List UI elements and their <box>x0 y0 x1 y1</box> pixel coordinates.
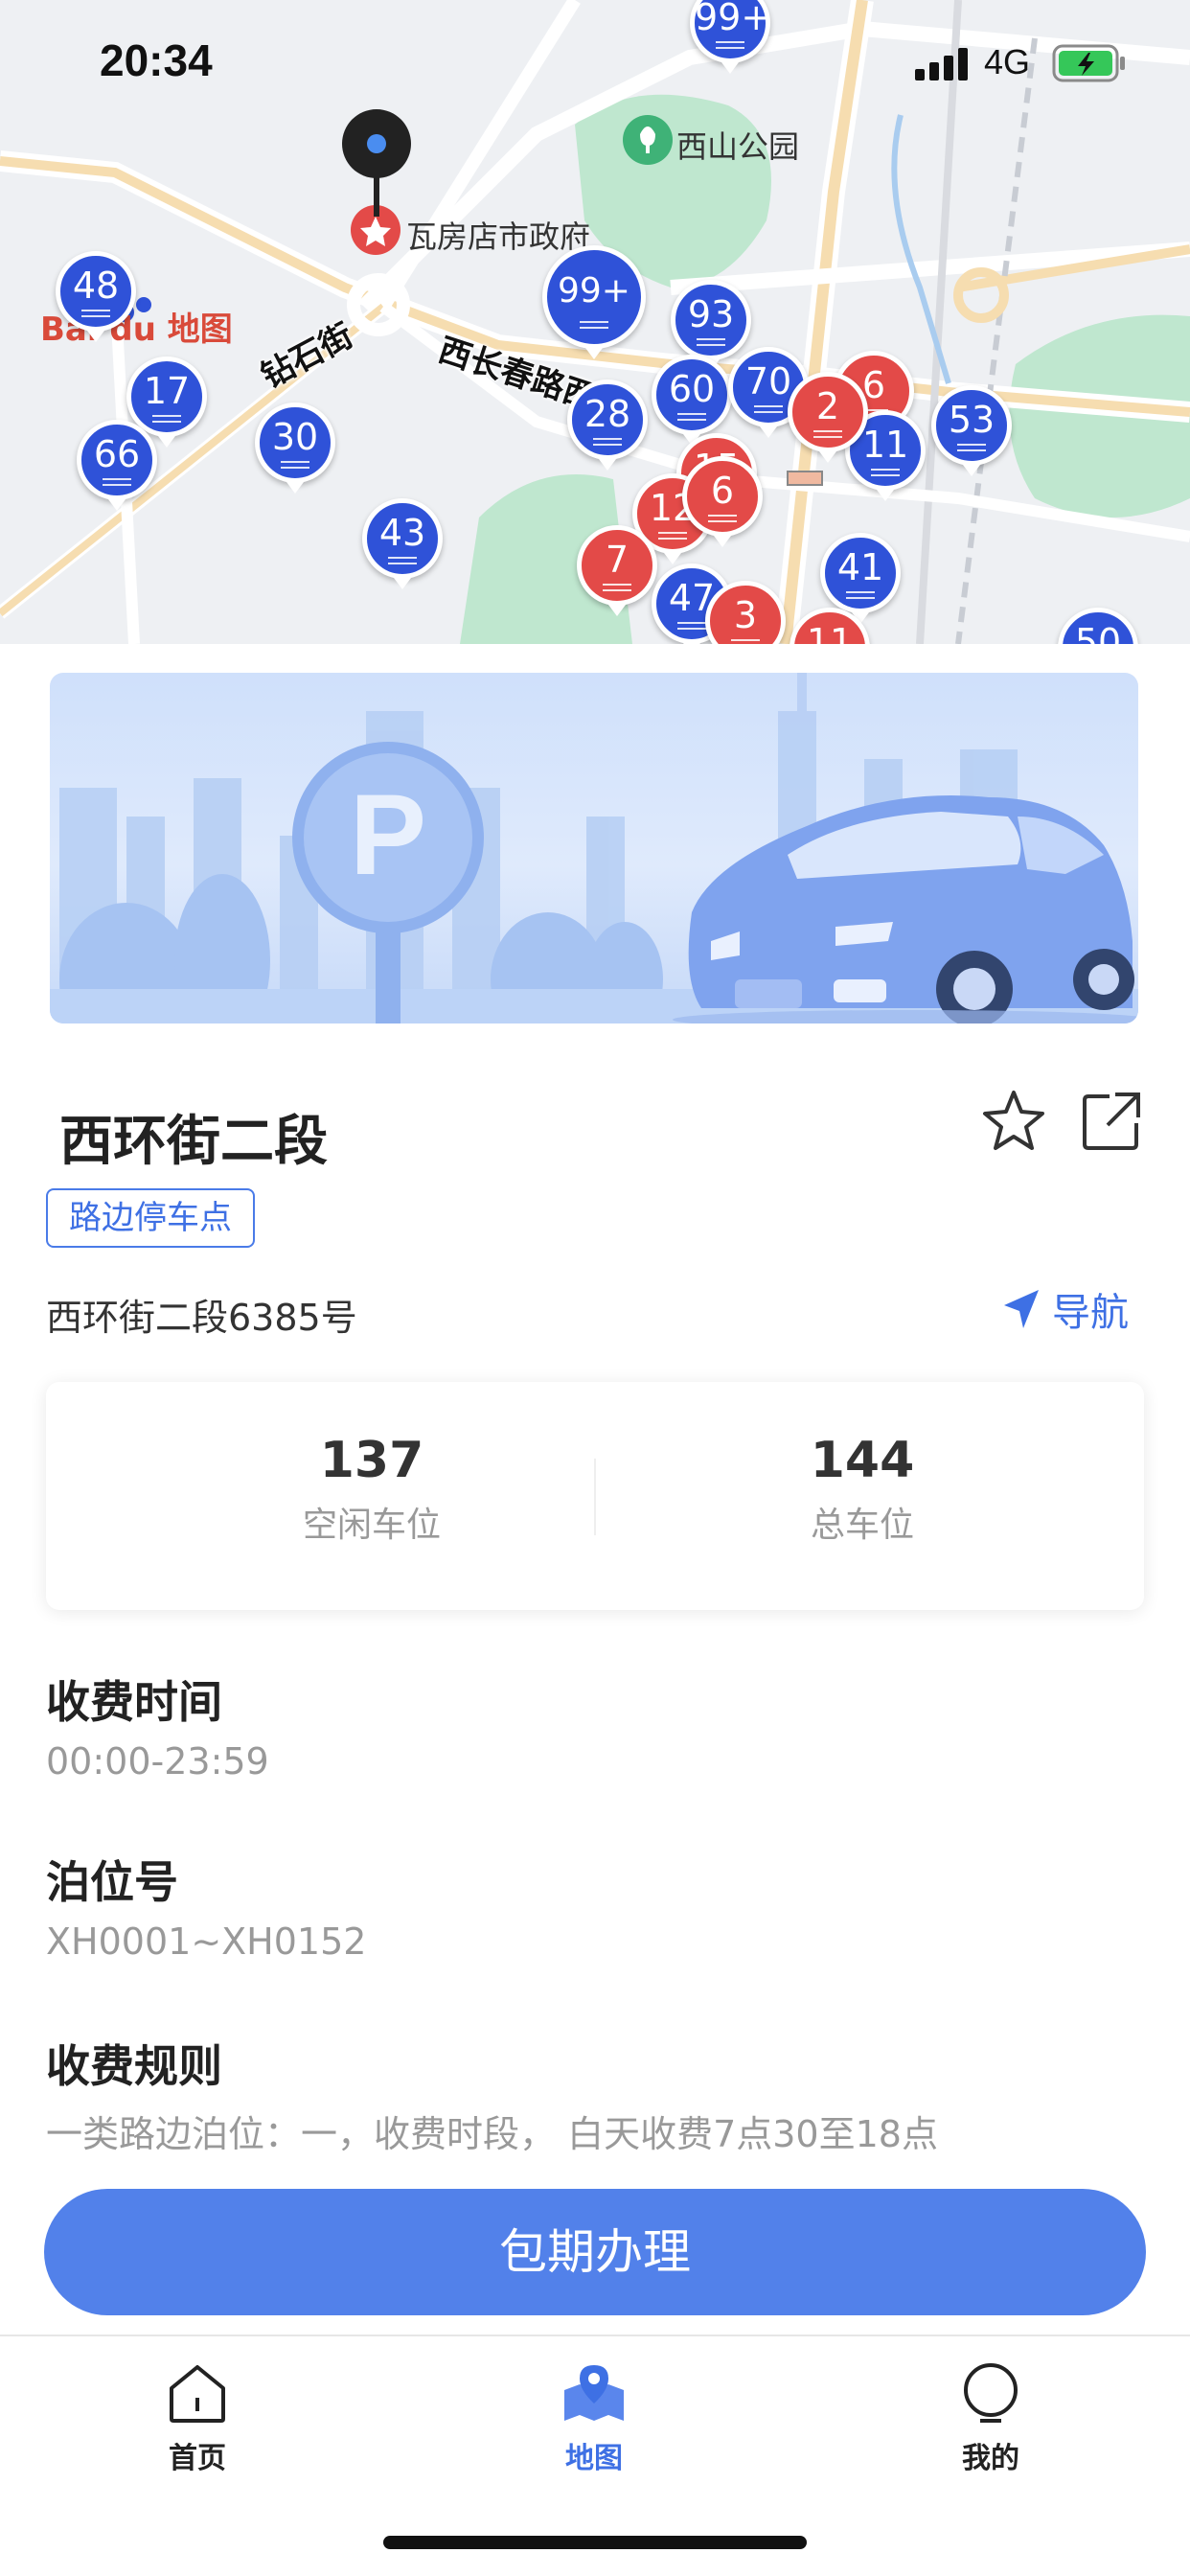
home-icon <box>170 2365 225 2423</box>
tab-mine-label: 我的 <box>962 2442 1019 2475</box>
park-label: 西山公园 <box>676 128 800 165</box>
favorite-star-icon[interactable] <box>979 1087 1048 1156</box>
parking-marker[interactable]: 3 <box>705 581 786 644</box>
rules-title: 收费规则 <box>46 2040 222 2092</box>
tab-mine[interactable]: 我的 <box>895 2361 1087 2476</box>
space-stats-card: 137 空闲车位 144 总车位 <box>46 1382 1144 1610</box>
home-indicator <box>383 2536 807 2549</box>
parking-marker[interactable]: 66 <box>77 420 157 512</box>
hours-value: 00:00-23:59 <box>46 1740 269 1782</box>
parking-name: 西环街二段 <box>59 1111 328 1173</box>
parking-marker[interactable]: 6 <box>682 456 763 548</box>
berth-title: 泊位号 <box>46 1856 178 1908</box>
parking-detail-screen: 西山公园 瓦房店市政府 钻石街 西长春路西段 Bai du 地图 99+ 48 … <box>0 0 1190 2576</box>
profile-icon <box>964 2363 1018 2423</box>
parking-address: 西环街二段6385号 <box>46 1297 357 1339</box>
parking-marker[interactable]: 30 <box>255 402 335 494</box>
parking-marker[interactable]: 11 <box>790 608 870 644</box>
tab-map-label: 地图 <box>565 2442 623 2475</box>
map-view[interactable]: 西山公园 瓦房店市政府 钻石街 西长春路西段 Bai du 地图 99+ 48 … <box>0 0 1190 644</box>
network-type: 4G <box>984 42 1031 81</box>
tab-map[interactable]: 地图 <box>498 2361 690 2476</box>
status-time: 20:34 <box>100 35 213 85</box>
parking-marker[interactable]: 43 <box>362 498 443 590</box>
berth-value: XH0001~XH0152 <box>46 1920 367 1963</box>
parking-type-tag: 路边停车点 <box>46 1188 255 1248</box>
rules-value: 一类路边泊位：一，收费时段， 白天收费7点30至18点 <box>46 2113 938 2155</box>
parking-marker[interactable]: 53 <box>931 385 1012 477</box>
parking-banner-illustration: P <box>50 673 1138 1024</box>
parking-marker[interactable]: 99+ <box>542 245 646 349</box>
total-spaces-label: 总车位 <box>810 1506 914 1545</box>
parking-illustration: P <box>50 673 1138 1024</box>
total-spaces-count: 144 <box>810 1432 915 1489</box>
parking-marker[interactable]: 28 <box>567 380 648 472</box>
signal-icon <box>915 48 968 80</box>
free-spaces: 137 空闲车位 <box>180 1432 563 1547</box>
stats-divider <box>594 1459 596 1535</box>
parking-marker[interactable]: 50 <box>1058 608 1138 644</box>
parking-marker[interactable]: 7 <box>577 525 657 617</box>
tab-home-label: 首页 <box>169 2442 226 2475</box>
navigate-label: 导航 <box>1052 1291 1129 1335</box>
parking-marker[interactable]: 2 <box>788 372 868 464</box>
total-spaces: 144 总车位 <box>671 1432 1054 1547</box>
parking-marker[interactable]: 48 <box>56 251 136 343</box>
battery-icon <box>1052 44 1125 82</box>
free-spaces-count: 137 <box>319 1432 424 1489</box>
hours-title: 收费时间 <box>46 1676 222 1728</box>
share-icon[interactable] <box>1077 1087 1146 1156</box>
subscription-button[interactable]: 包期办理 <box>44 2189 1146 2315</box>
navigate-button[interactable]: 导航 <box>1002 1282 1129 1336</box>
free-spaces-label: 空闲车位 <box>302 1506 441 1545</box>
tab-home[interactable]: 首页 <box>102 2361 293 2476</box>
map-icon <box>564 2365 624 2421</box>
status-bar: 20:34 4G <box>0 0 1190 125</box>
navigation-arrow-icon <box>1004 1290 1039 1328</box>
svg-text:P: P <box>350 770 426 899</box>
